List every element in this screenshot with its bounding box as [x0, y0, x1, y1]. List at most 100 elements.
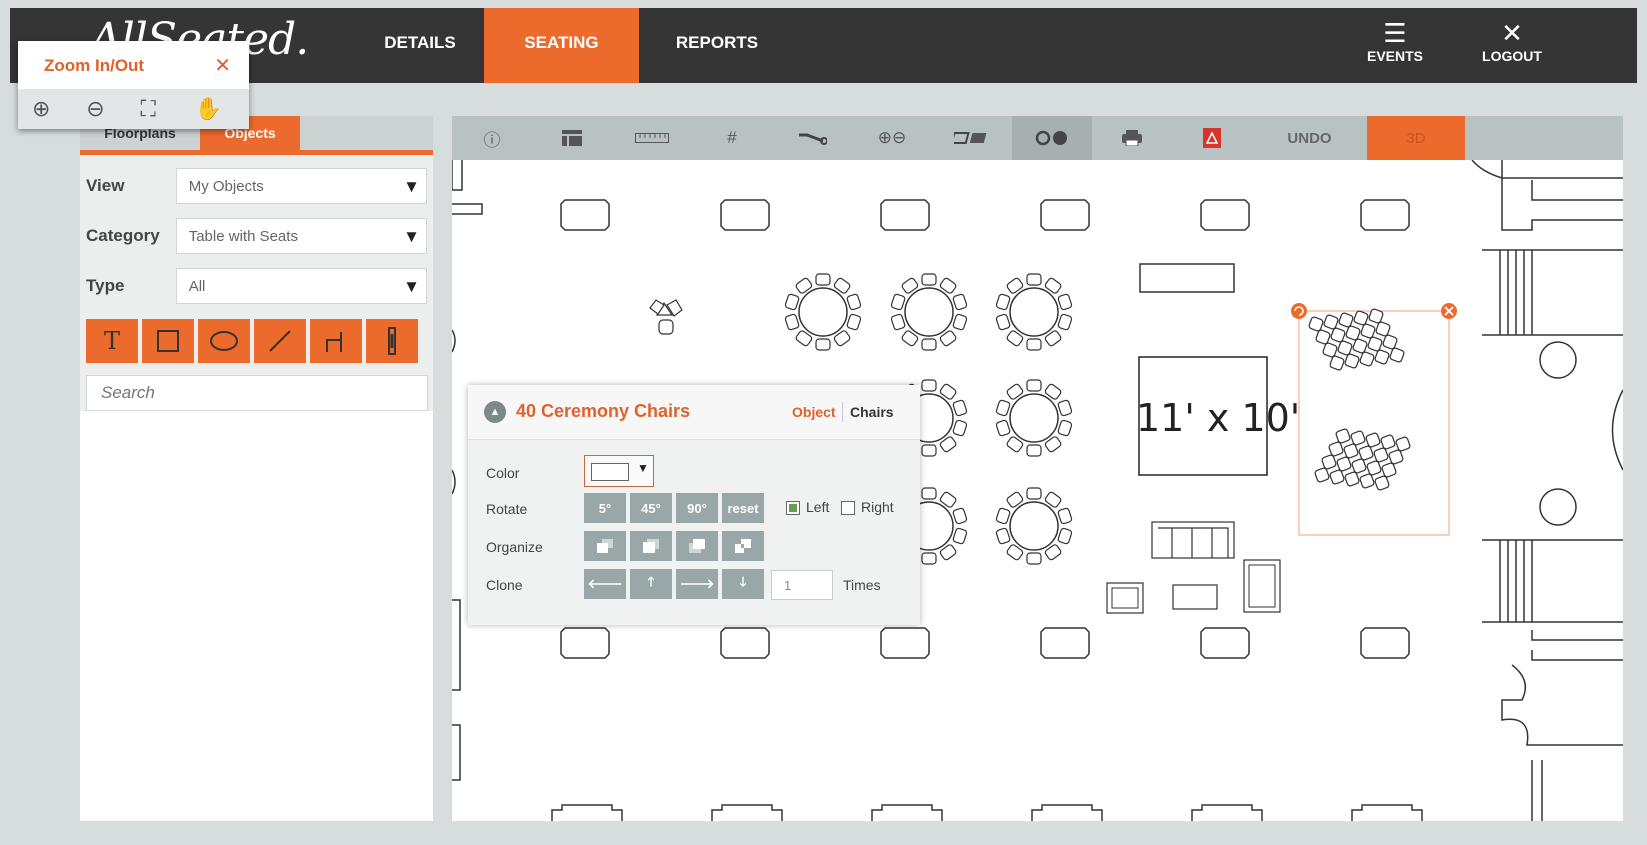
object-popup-header: ▲ 40 Ceremony Chairs Object Chairs	[468, 385, 920, 440]
ceremony-chair	[1327, 440, 1345, 458]
zoom-popup-header: Zoom In/Out ✕	[18, 41, 249, 89]
ceremony-chair	[1351, 337, 1369, 355]
view-select[interactable]: My Objects ▼	[175, 168, 427, 204]
nav-tab-reports[interactable]: REPORTS	[662, 8, 772, 83]
color-picker[interactable]: ▼	[584, 455, 654, 487]
clone-left-arrow-icon[interactable]: 🡐	[584, 569, 626, 599]
dropdown-arrow-icon: ▼	[637, 461, 649, 475]
close-x-icon: ✕	[1501, 18, 1523, 48]
ceremony-chair	[1313, 466, 1331, 484]
ceremony-chair	[1358, 350, 1376, 368]
pillar-tool-icon[interactable]	[366, 319, 418, 363]
grid-icon[interactable]: #	[692, 116, 772, 160]
rotate-90-button[interactable]: 90°	[676, 493, 718, 523]
tab-chairs[interactable]: Chairs	[850, 404, 894, 420]
ceremony-chair	[1372, 446, 1390, 464]
bring-to-front-icon[interactable]	[584, 531, 626, 561]
ceremony-chair	[1342, 442, 1360, 460]
send-backward-icon[interactable]	[676, 531, 718, 561]
category-select-value: Table with Seats	[188, 228, 298, 245]
3d-view-button[interactable]: 3D	[1367, 116, 1465, 160]
print-icon[interactable]	[1092, 116, 1172, 160]
times-label: Times	[843, 577, 881, 593]
wrench-icon[interactable]	[772, 116, 852, 160]
events-button[interactable]: ☰ EVENTS	[1355, 18, 1435, 64]
tab-divider	[842, 402, 843, 422]
ceremony-chair	[1322, 313, 1340, 331]
view-label: View	[86, 176, 125, 195]
rotate-5-button[interactable]: 5°	[584, 493, 626, 523]
send-to-back-icon[interactable]	[722, 531, 764, 561]
color-label: Color	[486, 465, 520, 481]
clone-down-arrow-icon[interactable]: 🡓	[722, 569, 764, 599]
table-numbers-icon[interactable]	[932, 116, 1012, 160]
zoom-icon[interactable]: ⊕⊖	[852, 116, 932, 160]
ceremony-chair	[1358, 472, 1376, 490]
rotate-left-checkbox[interactable]: Left	[786, 499, 830, 516]
fit-screen-icon[interactable]: ⛶	[141, 96, 195, 122]
zoom-tools: ⊕ ⊖ ⛶ ✋	[18, 89, 249, 129]
type-select[interactable]: All ▼	[175, 268, 427, 304]
object-filter-form: View My Objects ▼ Category Table with Se…	[80, 155, 433, 411]
type-select-value: All	[188, 278, 206, 295]
rotate-right-checkbox[interactable]: Right	[841, 499, 894, 516]
clone-up-arrow-icon[interactable]: 🡑	[630, 569, 672, 599]
ceremony-chair	[1329, 326, 1347, 344]
logout-button[interactable]: ✕ LOGOUT	[1472, 18, 1552, 64]
text-tool-icon[interactable]: T	[86, 319, 138, 363]
left-label: Left	[806, 499, 830, 515]
pdf-icon[interactable]	[1172, 116, 1252, 160]
layout-icon[interactable]	[532, 116, 612, 160]
tab-object[interactable]: Object	[792, 404, 836, 420]
pan-hand-icon[interactable]: ✋	[195, 96, 249, 122]
nav-tab-details[interactable]: DETAILS	[360, 8, 480, 83]
events-label: EVENTS	[1366, 48, 1423, 64]
zoom-popup-title: Zoom In/Out	[44, 56, 145, 75]
wall-tool-icon[interactable]	[310, 319, 362, 363]
floorplan-toolbar: ⓘ # ⊕⊖ UNDO 3D	[452, 116, 1623, 160]
ceremony-chair	[1359, 322, 1377, 340]
right-label: Right	[861, 499, 894, 515]
ceremony-chair	[1307, 315, 1325, 333]
zoom-in-icon[interactable]: ⊕	[32, 96, 86, 122]
ceremony-chair	[1350, 457, 1368, 475]
ceremony-chair	[1344, 324, 1362, 342]
ceremony-chair	[1352, 309, 1370, 327]
info-icon[interactable]: ⓘ	[452, 116, 532, 160]
ceremony-chair	[1334, 427, 1352, 445]
organize-buttons	[584, 531, 764, 561]
ceremony-chair	[1336, 339, 1354, 357]
color-toggle-icon[interactable]	[1012, 116, 1092, 160]
category-label: Category	[86, 226, 160, 245]
rotate-45-button[interactable]: 45°	[630, 493, 672, 523]
clone-times-input[interactable]	[771, 570, 833, 600]
ceremony-chair	[1381, 333, 1399, 351]
shape-toolbar: T	[86, 319, 427, 363]
bring-forward-icon[interactable]	[630, 531, 672, 561]
hamburger-menu-icon: ☰	[1383, 18, 1407, 48]
collapse-arrow-icon[interactable]: ▲	[484, 401, 506, 423]
nav-tab-seating[interactable]: SEATING	[484, 8, 639, 83]
ceremony-chair	[1357, 444, 1375, 462]
ellipse-tool-icon[interactable]	[198, 319, 250, 363]
ceremony-chair	[1387, 448, 1405, 466]
ceremony-chair	[1364, 431, 1382, 449]
category-select[interactable]: Table with Seats ▼	[175, 218, 427, 254]
rectangle-tool-icon[interactable]	[142, 319, 194, 363]
ceremony-chair	[1394, 435, 1412, 453]
line-tool-icon[interactable]	[254, 319, 306, 363]
clone-buttons: 🡐 🡑 🡒 🡓	[584, 569, 764, 599]
rotate-reset-button[interactable]: reset	[722, 493, 764, 523]
checkbox-checked	[786, 501, 800, 516]
undo-button[interactable]: UNDO	[1252, 116, 1367, 160]
ceremony-chair	[1379, 433, 1397, 451]
zoom-out-icon[interactable]: ⊖	[86, 96, 140, 122]
object-search-input[interactable]	[86, 375, 428, 411]
view-select-value: My Objects	[188, 178, 264, 195]
clone-label: Clone	[486, 577, 523, 593]
clone-right-arrow-icon[interactable]: 🡒	[676, 569, 718, 599]
zoom-close-icon[interactable]: ✕	[214, 41, 231, 91]
ruler-icon[interactable]	[612, 116, 692, 160]
ceremony-chair	[1366, 335, 1384, 353]
zoom-popup: Zoom In/Out ✕ ⊕ ⊖ ⛶ ✋	[18, 41, 249, 129]
